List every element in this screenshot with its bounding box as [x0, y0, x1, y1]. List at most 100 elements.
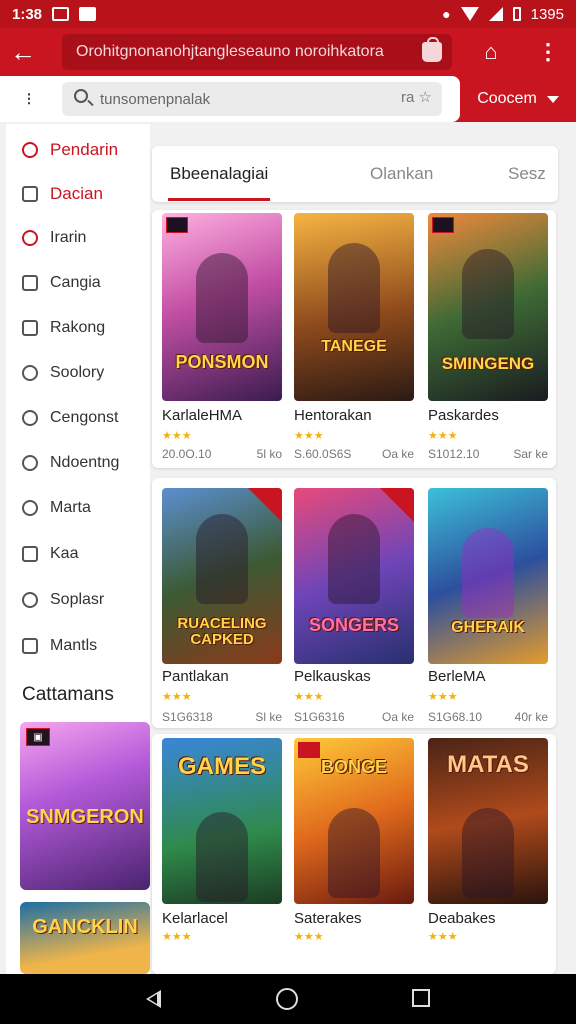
game-row: RUACELING CAPKED Pantlakan ★★★ S1G6318 S…: [152, 478, 556, 728]
game-name: Hentorakan: [294, 407, 372, 424]
category-label: Coocem: [477, 90, 537, 107]
game-cover: MATAS: [428, 738, 548, 904]
back-arrow-icon[interactable]: ←: [0, 28, 46, 76]
hero-figure: [328, 808, 380, 898]
game-price: S1G68.10: [428, 710, 483, 724]
tab-underline: [168, 198, 270, 201]
message-notification-icon: [79, 7, 97, 21]
game-meta: 20.0O.10 5l ko: [162, 447, 282, 461]
sidebar-item-label: Irarin: [50, 229, 87, 246]
category-dropdown[interactable]: Coocem: [460, 76, 576, 122]
chat-icon: [22, 230, 38, 246]
game-cover: RUACELING CAPKED: [162, 488, 282, 664]
square-icon: [22, 546, 38, 562]
cover-title: RUACELING CAPKED: [177, 615, 267, 648]
url-bar[interactable]: Orohitgnonanohjtangleseauno noroihkatora: [62, 34, 452, 70]
thumb-title: GANCKLIN: [32, 916, 138, 938]
app-bar: ← Orohitgnonanohjtangleseauno noroihkato…: [0, 28, 576, 76]
game-name: Deabakes: [428, 910, 496, 927]
sidebar-item-cengonst[interactable]: Cengonst: [6, 400, 150, 436]
corner-badge: [248, 488, 282, 522]
tab-search[interactable]: Sesz: [508, 146, 546, 202]
wifi-icon: [460, 7, 479, 21]
sidebar-item-rakong[interactable]: Rakong: [6, 310, 150, 346]
rating-stars: ★★★: [294, 691, 324, 703]
status-bar: 1:38 ● 1395: [0, 0, 576, 28]
thumb-title: SNMGERON: [26, 806, 144, 828]
home-icon[interactable]: ⌂: [478, 38, 504, 66]
nav-home-icon[interactable]: [276, 988, 298, 1010]
tab-featured[interactable]: Bbeenalagiai: [170, 146, 268, 202]
battery-icon: [512, 7, 521, 21]
game-price: 20.0O.10: [162, 447, 212, 461]
game-cover: PONSMON: [162, 213, 282, 401]
circle-icon: [22, 592, 38, 608]
game-name: Pelkauskas: [294, 668, 371, 685]
rating-stars: ★★★: [162, 691, 192, 703]
hero-figure: [196, 812, 248, 902]
tab-ranking[interactable]: Olankan: [370, 146, 433, 202]
rating-stars: ★★★: [294, 931, 324, 943]
document-icon: [22, 186, 38, 202]
game-size: Oa ke: [381, 710, 414, 724]
game-meta: S1G6318 Sl ke: [162, 710, 282, 724]
sidebar-item-kaa[interactable]: Kaa: [6, 536, 150, 572]
search-row: ⁝ tunsomenpnalak ra ☆ Coocem: [0, 76, 576, 122]
sidebar-item-soplasr[interactable]: Soplasr: [6, 582, 150, 618]
game-cover: GAMES: [162, 738, 282, 904]
featured-game-thumb[interactable]: ▣ SNMGERON: [20, 722, 150, 890]
overflow-menu-icon[interactable]: ⋮: [536, 38, 560, 66]
timer-icon: [22, 500, 38, 516]
hero-figure: [462, 249, 514, 339]
sidebar-item-pendarin[interactable]: Pendarin: [6, 132, 150, 168]
search-tools[interactable]: ra ☆: [401, 88, 432, 106]
sidebar-item-label: Cangia: [50, 274, 101, 291]
search-input[interactable]: tunsomenpnalak ra ☆: [62, 82, 442, 116]
sidebar-item-mantls[interactable]: Mantls: [6, 628, 150, 664]
sidebar-item-ndoentng[interactable]: Ndoentng: [6, 445, 150, 481]
bag-icon[interactable]: [422, 37, 442, 62]
sidebar: Pendarin Dacian Irarin Cangia Rakong Soo…: [6, 124, 150, 974]
game-price: S1G6316: [294, 710, 345, 724]
cover-title: BONGE: [320, 757, 387, 777]
sidebar-item-marta[interactable]: Marta: [6, 490, 150, 526]
badge-icon: [298, 742, 320, 758]
hero-figure: [196, 253, 248, 343]
sidebar-item-dacian[interactable]: Dacian: [6, 176, 150, 212]
search-icon: [22, 142, 38, 158]
featured-game-thumb[interactable]: GANCKLIN: [20, 902, 150, 974]
badge-icon: [432, 217, 454, 233]
corner-badge: [380, 488, 414, 522]
game-name: Paskardes: [428, 407, 499, 424]
chevron-down-icon: [546, 95, 559, 103]
game-size: 5l ko: [256, 447, 282, 461]
game-name: Kelarlacel: [162, 910, 228, 927]
sidebar-item-label: Pendarin: [50, 140, 119, 159]
game-row: GAMES Kelarlacel ★★★ BONGE Saterakes ★★★…: [152, 734, 556, 974]
checklist-icon: [22, 320, 38, 336]
game-cover: GHERAIK: [428, 488, 548, 664]
location-icon: [22, 455, 38, 471]
nav-recents-icon[interactable]: [412, 989, 430, 1007]
sidebar-item-soolory[interactable]: Soolory: [6, 355, 150, 391]
game-cover: TANEGE: [294, 213, 414, 401]
sidebar-item-label: Rakong: [50, 319, 106, 336]
sidebar-item-cangia[interactable]: Cangia: [6, 265, 150, 301]
game-size: Sl ke: [255, 710, 282, 724]
signal-icon: [488, 7, 503, 21]
game-cover: BONGE: [294, 738, 414, 904]
sidebar-item-label: Dacian: [50, 184, 103, 203]
sidebar-item-irarin[interactable]: Irarin: [6, 220, 150, 256]
sidebar-item-label: Ndoentng: [50, 454, 120, 471]
game-name: BerleMA: [428, 668, 486, 685]
cover-title: SMINGENG: [441, 354, 535, 373]
menu-icon[interactable]: ⁝: [18, 88, 40, 110]
game-meta: S1G6316 Oa ke: [294, 710, 414, 724]
game-name: KarlaleHMA: [162, 407, 243, 424]
hero-figure: [462, 528, 514, 618]
cover-title: PONSMON: [175, 352, 269, 372]
sidebar-item-label: Soolory: [50, 364, 105, 381]
gallery-notification-icon: [52, 7, 70, 21]
nav-back-icon[interactable]: [146, 990, 161, 1008]
game-cover: SONGERS: [294, 488, 414, 664]
